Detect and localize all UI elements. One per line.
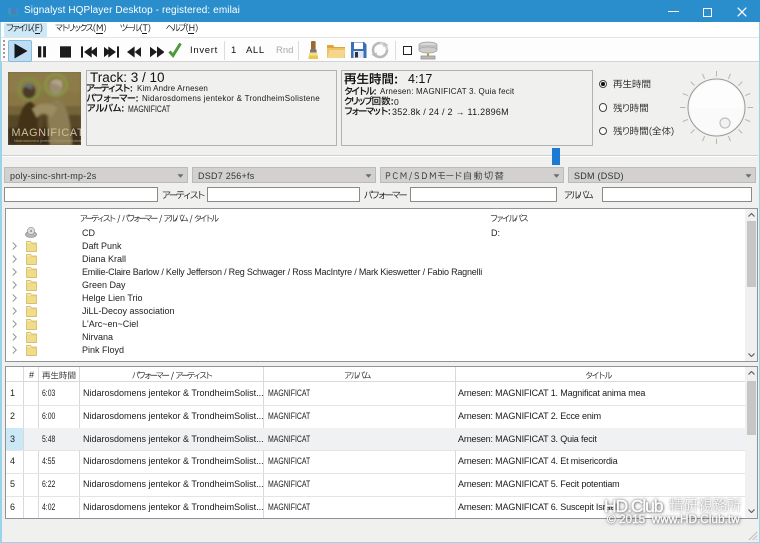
- svg-text:Nidarosdomens jentekor Trondhe: Nidarosdomens jentekor TrondheimSolisten…: [14, 139, 81, 143]
- svg-text:MAGNIFICAT: MAGNIFICAT: [12, 127, 82, 139]
